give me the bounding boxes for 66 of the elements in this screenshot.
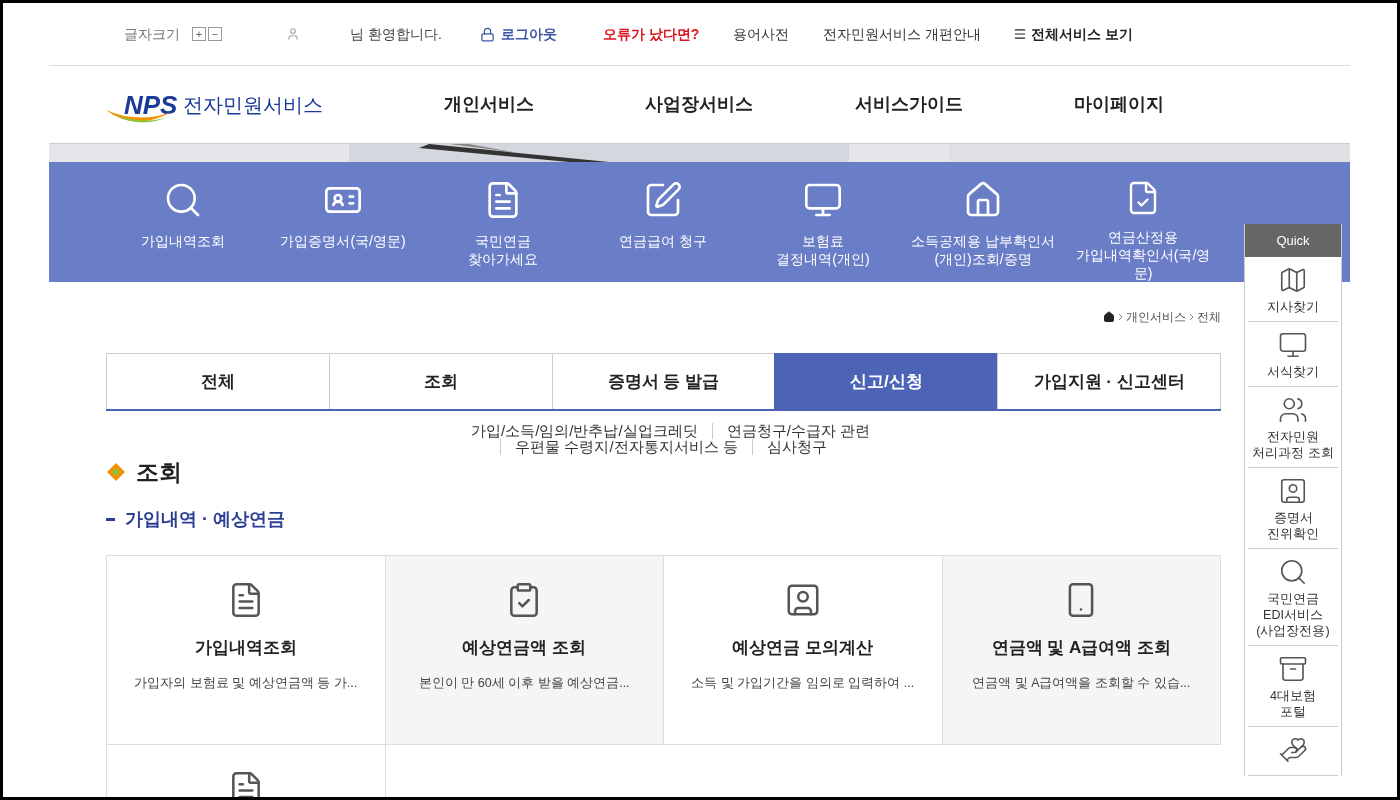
home-icon	[1103, 311, 1115, 323]
shortcut-link[interactable]: 연금산정용 가입내역확인서(국/영 문)	[1063, 162, 1223, 282]
main-nav-link[interactable]: 사업장서비스	[594, 91, 804, 118]
dash-icon	[106, 517, 115, 521]
quick-title: Quick	[1245, 224, 1341, 257]
top-link[interactable]: 전자민원서비스 개편안내	[823, 23, 982, 45]
card-title: 가입내역조회	[194, 636, 297, 659]
sub-tab-link[interactable]: 연금청구/수급자 관련	[711, 423, 870, 439]
menu-icon	[1013, 27, 1028, 41]
card-title: 연금액 및 A급여액 조회	[991, 636, 1171, 659]
quick-link[interactable]: 증명서 진위확인	[1248, 468, 1338, 549]
certificate-icon	[1278, 476, 1308, 506]
main-nav-link[interactable]: 서비스가이드	[804, 91, 1014, 118]
lock-icon	[479, 26, 495, 42]
category-tab[interactable]: 조회	[328, 353, 552, 409]
chevron-icon	[1189, 313, 1194, 321]
subsection-title: 가입내역 · 예상연금	[125, 507, 285, 531]
category-tab[interactable]: 신고/신청	[774, 353, 998, 409]
shortcut-link[interactable]: 소득공제용 납부확인서 (개인)조회/증명	[903, 162, 1063, 282]
chevron-icon	[1118, 313, 1123, 321]
main-nav-link[interactable]: 마이페이지	[1014, 91, 1224, 118]
service-card[interactable]: 연금액 및 A급여액 조회 연금액 및 A급여액을 조회할 수 있습...	[942, 555, 1221, 745]
quick-link[interactable]: 4대보험 포털	[1248, 646, 1338, 727]
card-description: 소득 및 가입기간을 임의로 입력하여 ...	[691, 675, 915, 692]
category-tab[interactable]: 가입지원 · 신고센터	[997, 353, 1221, 409]
map-icon	[1278, 265, 1308, 295]
shortcut-link[interactable]: 연금급여 청구	[583, 162, 743, 282]
sub-tab-link[interactable]: 가입/소득/임의/반추납/실업크레딧	[457, 423, 698, 439]
font-size-label: 글자크기	[124, 24, 180, 44]
main-nav-link[interactable]: 개인서비스	[384, 91, 594, 118]
user-icon	[286, 27, 300, 41]
breadcrumb-item[interactable]: 개인서비스	[1126, 308, 1186, 326]
breadcrumb-item[interactable]: 전체	[1197, 308, 1221, 326]
quick-link[interactable]: 지사찾기	[1248, 257, 1338, 322]
font-size-button[interactable]: −	[208, 27, 222, 41]
category-tab[interactable]: 증명서 등 발급	[551, 353, 775, 409]
section-title: 조회	[136, 458, 182, 487]
shortcut-link[interactable]: 가입증명서(국/영문)	[263, 162, 423, 282]
card-description: 가입자의 보험료 및 예상연금액 등 가...	[134, 675, 358, 692]
top-link[interactable]: 오류가 났다면?	[602, 23, 700, 45]
sub-tab-link[interactable]: 심사청구	[751, 439, 827, 455]
card-title: 예상연금 모의계산	[732, 636, 874, 659]
box-icon	[1278, 654, 1308, 684]
quick-link[interactable]: 국민연금 EDI서비스 (사업장전용)	[1248, 549, 1338, 646]
sub-tab-link[interactable]: 우편물 수령지/전자통지서비스 등	[500, 439, 738, 455]
shortcut-link[interactable]: 가입내역조회	[103, 162, 263, 282]
card-description: 연금액 및 A급여액을 조회할 수 있습...	[972, 675, 1191, 692]
card-description: 본인이 만 60세 이후 받을 예상연금...	[418, 675, 630, 692]
all-services-button[interactable]: 전체서비스 보기	[1013, 23, 1133, 45]
shortcut-link[interactable]: 국민연금 찾아가세요	[423, 162, 583, 282]
service-card[interactable]: 예상연금액 조회 본인이 만 60세 이후 받을 예상연금...	[385, 555, 664, 745]
quick-link[interactable]: 전자민원 처리과정 조회	[1248, 387, 1338, 468]
category-tab[interactable]: 전체	[106, 353, 329, 409]
top-link[interactable]: 용어사전	[733, 23, 790, 45]
logout-link[interactable]: 로그아웃	[479, 23, 557, 45]
diamond-icon	[106, 462, 126, 483]
logo-title: 전자민원서비스	[183, 94, 324, 115]
shortcut-link[interactable]: 보험료 결정내역(개인)	[743, 162, 903, 282]
font-size-button[interactable]: +	[192, 27, 206, 41]
logo-mark: NPS	[124, 91, 178, 118]
card-title: 예상연금액 조회	[462, 636, 587, 659]
service-card[interactable]: 예상연금 모의계산 소득 및 가입기간을 임의로 입력하여 ...	[664, 555, 943, 745]
hand-heart-icon	[1278, 735, 1308, 765]
service-card[interactable]: 가입내역조회 가입자의 보험료 및 예상연금액 등 가...	[107, 555, 386, 745]
quick-link[interactable]: 서식찾기	[1248, 322, 1338, 387]
welcome-text: 님 환영합니다.	[350, 24, 442, 44]
